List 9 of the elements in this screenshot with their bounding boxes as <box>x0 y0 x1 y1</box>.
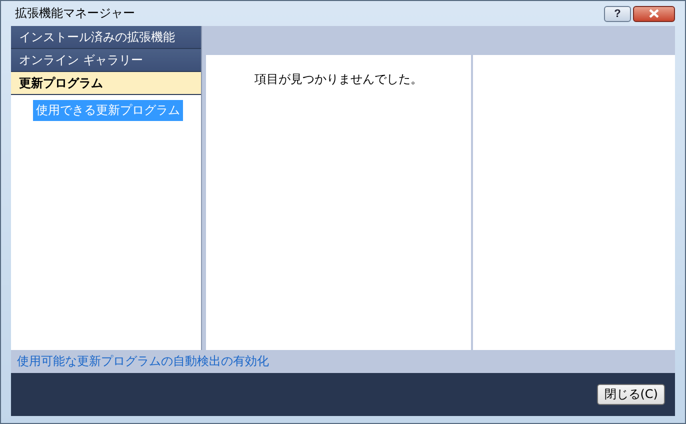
nav-item[interactable]: オンライン ギャラリー <box>11 49 201 72</box>
nav-item[interactable]: 更新プログラム <box>11 72 201 95</box>
close-icon <box>648 9 660 18</box>
window-title: 拡張機能マネージャー <box>14 5 135 22</box>
empty-message: 項目が見つかりませんでした。 <box>254 71 422 87</box>
close-dialog-button[interactable]: 閉じる(C) <box>597 384 665 405</box>
help-button[interactable]: ? <box>604 6 631 22</box>
close-button[interactable] <box>633 6 675 22</box>
nav-item[interactable]: インストール済みの拡張機能 <box>11 26 201 49</box>
